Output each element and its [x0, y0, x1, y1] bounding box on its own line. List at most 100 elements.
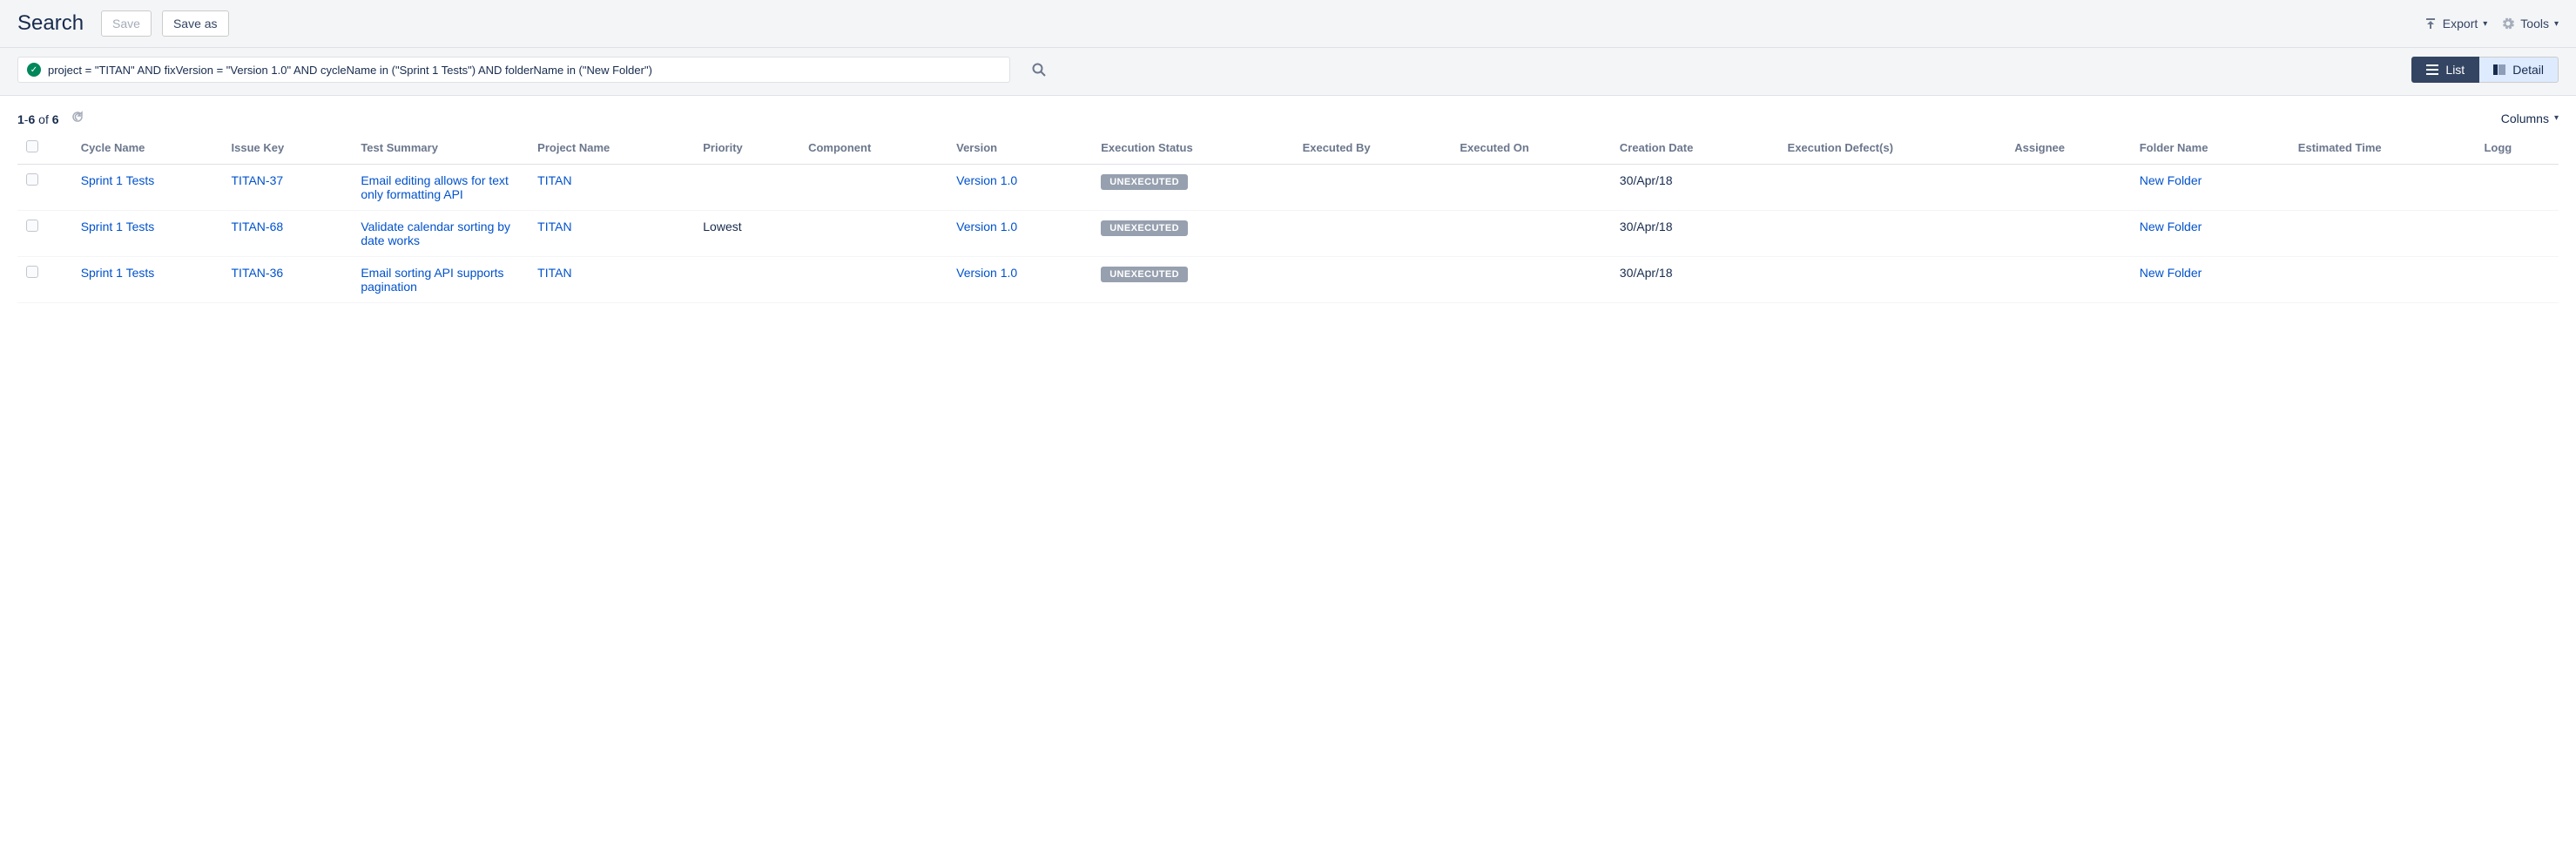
- creation-date-cell: 30/Apr/18: [1611, 165, 1779, 211]
- executed-on-cell: [1451, 211, 1610, 257]
- test-summary-cell[interactable]: Email editing allows for text only forma…: [352, 165, 529, 211]
- version-cell[interactable]: Version 1.0: [947, 211, 1092, 257]
- executed-on-cell: [1451, 165, 1610, 211]
- save-as-button[interactable]: Save as: [162, 10, 229, 37]
- query-box[interactable]: ✓: [17, 57, 1010, 83]
- header-bar: Search Save Save as Export ▾ Tools ▾: [0, 0, 2576, 48]
- caret-down-icon: ▾: [2554, 19, 2559, 29]
- column-header[interactable]: Component: [799, 133, 947, 165]
- caret-down-icon: ▾: [2483, 19, 2487, 29]
- column-header[interactable]: Version: [947, 133, 1092, 165]
- detail-view-button[interactable]: Detail: [2479, 57, 2559, 83]
- page-title: Search: [17, 11, 84, 36]
- folder-name-cell[interactable]: New Folder: [2131, 211, 2289, 257]
- defects-cell: [1779, 211, 2006, 257]
- total: 6: [52, 112, 59, 126]
- columns-menu[interactable]: Columns ▾: [2501, 112, 2559, 125]
- cycle-name-cell[interactable]: Sprint 1 Tests: [72, 165, 223, 211]
- project-name-cell[interactable]: TITAN: [529, 257, 694, 303]
- status-badge[interactable]: UNEXECUTED: [1101, 267, 1188, 282]
- priority-cell: [694, 257, 799, 303]
- export-label: Export: [2443, 17, 2478, 30]
- list-icon: [2426, 64, 2438, 75]
- component-cell: [799, 211, 947, 257]
- query-input[interactable]: [48, 64, 1001, 77]
- assignee-cell: [2006, 165, 2130, 211]
- defects-cell: [1779, 165, 2006, 211]
- issue-key-cell[interactable]: TITAN-37: [223, 165, 353, 211]
- checkbox-cell: [17, 211, 72, 257]
- issue-key-cell[interactable]: TITAN-68: [223, 211, 353, 257]
- column-header[interactable]: Test Summary: [352, 133, 529, 165]
- list-view-button[interactable]: List: [2411, 57, 2479, 83]
- table-body: Sprint 1 TestsTITAN-37Email editing allo…: [17, 165, 2559, 303]
- issue-key-cell[interactable]: TITAN-36: [223, 257, 353, 303]
- status-badge[interactable]: UNEXECUTED: [1101, 220, 1188, 236]
- test-summary-cell[interactable]: Validate calendar sorting by date works: [352, 211, 529, 257]
- checkbox-cell: [17, 165, 72, 211]
- row-checkbox[interactable]: [26, 220, 38, 232]
- search-icon[interactable]: [1028, 58, 1050, 81]
- defects-cell: [1779, 257, 2006, 303]
- folder-name-cell[interactable]: New Folder: [2131, 257, 2289, 303]
- select-all-checkbox[interactable]: [26, 140, 38, 152]
- results-meta: 1-6 of 6 Columns ▾: [0, 96, 2576, 133]
- column-header[interactable]: Issue Key: [223, 133, 353, 165]
- select-all-header: [17, 133, 72, 165]
- column-header[interactable]: Execution Status: [1092, 133, 1293, 165]
- assignee-cell: [2006, 257, 2130, 303]
- priority-cell: [694, 165, 799, 211]
- logged-cell: [2475, 257, 2559, 303]
- column-header[interactable]: Creation Date: [1611, 133, 1779, 165]
- estimated-time-cell: [2289, 257, 2476, 303]
- folder-name-cell[interactable]: New Folder: [2131, 165, 2289, 211]
- creation-date-cell: 30/Apr/18: [1611, 211, 1779, 257]
- tools-menu[interactable]: Tools ▾: [2501, 17, 2559, 30]
- of-word: of: [38, 112, 49, 126]
- column-header[interactable]: Execution Defect(s): [1779, 133, 2006, 165]
- version-cell[interactable]: Version 1.0: [947, 165, 1092, 211]
- export-icon: [2424, 17, 2438, 30]
- column-header[interactable]: Priority: [694, 133, 799, 165]
- row-checkbox[interactable]: [26, 266, 38, 278]
- priority-cell: Lowest: [694, 211, 799, 257]
- column-header[interactable]: Estimated Time: [2289, 133, 2476, 165]
- table-header-row: Cycle NameIssue KeyTest SummaryProject N…: [17, 133, 2559, 165]
- creation-date-cell: 30/Apr/18: [1611, 257, 1779, 303]
- logged-cell: [2475, 211, 2559, 257]
- test-summary-cell[interactable]: Email sorting API supports pagination: [352, 257, 529, 303]
- cycle-name-cell[interactable]: Sprint 1 Tests: [72, 211, 223, 257]
- detail-label: Detail: [2512, 63, 2544, 77]
- tools-label: Tools: [2520, 17, 2549, 30]
- column-header[interactable]: Project Name: [529, 133, 694, 165]
- execution-status-cell: UNEXECUTED: [1092, 165, 1293, 211]
- column-header[interactable]: Executed By: [1294, 133, 1452, 165]
- executed-by-cell: [1294, 211, 1452, 257]
- detail-icon: [2493, 64, 2505, 75]
- table-row: Sprint 1 TestsTITAN-36Email sorting API …: [17, 257, 2559, 303]
- gear-icon: [2501, 17, 2515, 30]
- row-checkbox[interactable]: [26, 173, 38, 186]
- refresh-icon[interactable]: [71, 110, 84, 124]
- project-name-cell[interactable]: TITAN: [529, 165, 694, 211]
- column-header[interactable]: Folder Name: [2131, 133, 2289, 165]
- save-button[interactable]: Save: [101, 10, 152, 37]
- component-cell: [799, 165, 947, 211]
- column-header[interactable]: Logg: [2475, 133, 2559, 165]
- project-name-cell[interactable]: TITAN: [529, 211, 694, 257]
- export-menu[interactable]: Export ▾: [2424, 17, 2488, 30]
- column-header[interactable]: Executed On: [1451, 133, 1610, 165]
- header-left: Search Save Save as: [17, 10, 229, 37]
- execution-status-cell: UNEXECUTED: [1092, 211, 1293, 257]
- caret-down-icon: ▾: [2554, 113, 2559, 123]
- cycle-name-cell[interactable]: Sprint 1 Tests: [72, 257, 223, 303]
- table-row: Sprint 1 TestsTITAN-37Email editing allo…: [17, 165, 2559, 211]
- executed-by-cell: [1294, 257, 1452, 303]
- estimated-time-cell: [2289, 165, 2476, 211]
- status-badge[interactable]: UNEXECUTED: [1101, 174, 1188, 190]
- column-header[interactable]: Assignee: [2006, 133, 2130, 165]
- column-header[interactable]: Cycle Name: [72, 133, 223, 165]
- version-cell[interactable]: Version 1.0: [947, 257, 1092, 303]
- view-toggle: List Detail: [2411, 57, 2559, 83]
- executed-on-cell: [1451, 257, 1610, 303]
